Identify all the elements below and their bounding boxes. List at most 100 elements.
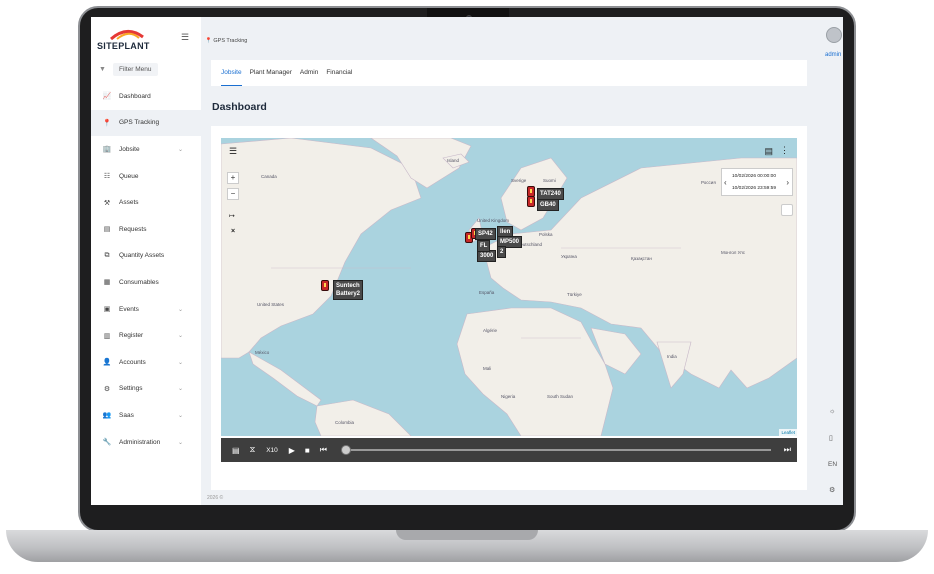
sidebar-item-queue[interactable]: ☷ Queue — [91, 163, 201, 190]
collapse-menu-icon[interactable]: ☰ — [181, 32, 189, 43]
map-pin-icon: 📍 — [205, 38, 212, 44]
tab-admin[interactable]: Admin — [300, 60, 318, 86]
expand-icon[interactable]: ↦ — [229, 212, 235, 220]
sidebar-item-saas[interactable]: 👥 Saas ⌄ — [91, 402, 201, 429]
date-range-picker[interactable]: ‹ 10/02/2026 00:00:00 10/02/2026 23:59:5… — [721, 168, 793, 196]
sidebar-item-label: Requests — [119, 225, 147, 233]
zoom-out-button[interactable]: − — [227, 188, 239, 200]
user-avatar[interactable] — [826, 27, 842, 43]
tab-financial[interactable]: Financial — [326, 60, 352, 86]
theme-toggle-icon[interactable]: ☼ — [829, 408, 835, 415]
asset-label[interactable]: Suntech Battery2 — [333, 280, 364, 300]
place-label: South Sudan — [547, 394, 574, 399]
wrench-icon: 🔧 — [102, 439, 112, 447]
layout-icon[interactable]: ▯ — [829, 434, 833, 442]
place-label: United Kingdom — [477, 218, 510, 223]
place-label: United States — [257, 302, 285, 307]
report-icon[interactable]: ▤ — [764, 146, 773, 157]
list-icon: ☷ — [103, 173, 111, 181]
stop-icon[interactable]: ■ — [305, 446, 310, 455]
place-label: Suomi — [543, 178, 556, 183]
asset-label[interactable]: SP42 — [475, 228, 496, 240]
place-label: Mali — [483, 366, 492, 371]
sidebar-item-consumables[interactable]: ▦ Consumables — [91, 269, 201, 296]
asset-label[interactable]: FL — [477, 240, 491, 252]
sidebar-item-label: Events — [119, 305, 139, 313]
sidebar: SITEPLANT ☰ ▼ Filter Menu 📈 Dashboard 📍 GPS… — [91, 17, 201, 505]
chevron-down-icon: ⌄ — [177, 439, 183, 446]
tab-jobsite[interactable]: Jobsite — [221, 60, 242, 86]
sidebar-item-register[interactable]: ▥ Register ⌄ — [91, 322, 201, 349]
chevron-down-icon: ⌄ — [177, 146, 183, 153]
settings-gear-icon[interactable]: ⚙ — [829, 486, 835, 494]
tab-bar: Jobsite Plant Manager Admin Financial — [211, 60, 807, 86]
playback-slider-handle[interactable] — [341, 445, 351, 455]
document-icon: ▤ — [103, 226, 111, 234]
report-icon[interactable]: ▤ — [232, 446, 240, 455]
chevron-down-icon: ⌄ — [177, 412, 183, 419]
sidebar-item-dashboard[interactable]: 📈 Dashboard — [91, 83, 201, 110]
place-label: Россия — [701, 180, 716, 185]
sidebar-item-assets[interactable]: ⚒ Assets — [91, 189, 201, 216]
siteplant-logo[interactable]: SITEPLANT — [97, 27, 167, 55]
sidebar-item-jobsite[interactable]: 🏢 Jobsite ⌄ — [91, 136, 201, 163]
filter-menu-input[interactable]: Filter Menu — [113, 62, 158, 76]
tracking-map[interactable]: Island Canada United States México Colom… — [221, 138, 797, 436]
chevron-down-icon: ⌄ — [177, 333, 183, 340]
sidebar-item-quantity-assets[interactable]: ⧉ Quantity Assets — [91, 243, 201, 270]
tab-plant-manager[interactable]: Plant Manager — [250, 60, 292, 86]
filter-menu[interactable]: ▼ Filter Menu — [99, 61, 179, 77]
map-card: Island Canada United States México Colom… — [211, 126, 807, 490]
sidebar-item-label: Accounts — [119, 358, 146, 366]
breadcrumb-label: GPS Tracking — [213, 38, 248, 44]
clear-icon[interactable]: × — [231, 228, 235, 235]
next-day-icon[interactable]: › — [786, 178, 789, 187]
history-icon[interactable]: ⧖ — [250, 445, 256, 455]
sidebar-item-settings[interactable]: ⚙ Settings ⌄ — [91, 376, 201, 403]
sidebar-item-label: Settings — [119, 385, 143, 393]
map-menu-icon[interactable]: ☰ — [229, 146, 237, 157]
logo-text: SITEPLANT — [97, 41, 150, 51]
playback-track[interactable] — [347, 449, 771, 451]
calendar-icon: ▣ — [103, 306, 111, 314]
zoom-in-button[interactable]: + — [227, 172, 239, 184]
user-name[interactable]: admin — [825, 52, 841, 58]
asset-label[interactable]: GB40 — [537, 199, 559, 211]
map-attribution[interactable]: Leaflet — [779, 429, 797, 436]
sidebar-item-label: Consumables — [119, 278, 159, 286]
skip-end-icon[interactable]: ⏭ — [784, 445, 791, 455]
prev-day-icon[interactable]: ‹ — [724, 178, 727, 187]
sidebar-item-label: Quantity Assets — [119, 252, 165, 260]
place-label: Україна — [561, 254, 577, 259]
user-icon: 👤 — [102, 359, 112, 367]
play-icon[interactable]: ▶ — [289, 446, 295, 455]
sidebar-item-gps-tracking[interactable]: 📍 GPS Tracking — [91, 109, 201, 137]
sidebar-item-accounts[interactable]: 👤 Accounts ⌄ — [91, 349, 201, 376]
sidebar-item-label: Saas — [119, 411, 134, 419]
sidebar-item-events[interactable]: ▣ Events ⌄ — [91, 296, 201, 323]
gears-icon: ⚙ — [103, 385, 111, 393]
sidebar-nav: 📈 Dashboard 📍 GPS Tracking 🏢 Jobsite ⌄ ☷ Queue ⚒ A… — [91, 83, 201, 455]
chevron-down-icon: ⌄ — [177, 386, 183, 393]
place-label: Türkiye — [567, 292, 582, 297]
asset-label[interactable]: 2 — [497, 246, 507, 258]
sidebar-item-label: Jobsite — [119, 145, 140, 153]
speed-selector[interactable]: X10 — [266, 447, 278, 454]
sidebar-item-requests[interactable]: ▤ Requests — [91, 216, 201, 243]
users-icon: 👥 — [102, 412, 112, 420]
playback-bar: ▤ ⧖ X10 ▶ ■ ⏮ ⏭ — [221, 438, 797, 462]
asset-marker[interactable] — [527, 196, 535, 207]
place-label: Nigeria — [501, 394, 516, 399]
sidebar-item-administration[interactable]: 🔧 Administration ⌄ — [91, 429, 201, 456]
breadcrumb: 📍 GPS Tracking — [205, 38, 247, 44]
cubes-icon: ⧉ — [104, 251, 110, 259]
main-content: 📍 GPS Tracking Jobsite Plant Manager Admin… — [201, 17, 843, 505]
sidebar-item-label: Administration — [119, 438, 161, 446]
more-options-icon[interactable]: ⋮ — [780, 145, 789, 156]
language-selector[interactable]: EN — [828, 461, 837, 468]
place-label: Қазақстан — [631, 256, 652, 261]
layers-icon[interactable] — [781, 204, 793, 216]
skip-start-icon[interactable]: ⏮ — [320, 445, 327, 455]
asset-marker[interactable] — [321, 280, 329, 291]
filter-icon: ▼ — [99, 65, 106, 73]
